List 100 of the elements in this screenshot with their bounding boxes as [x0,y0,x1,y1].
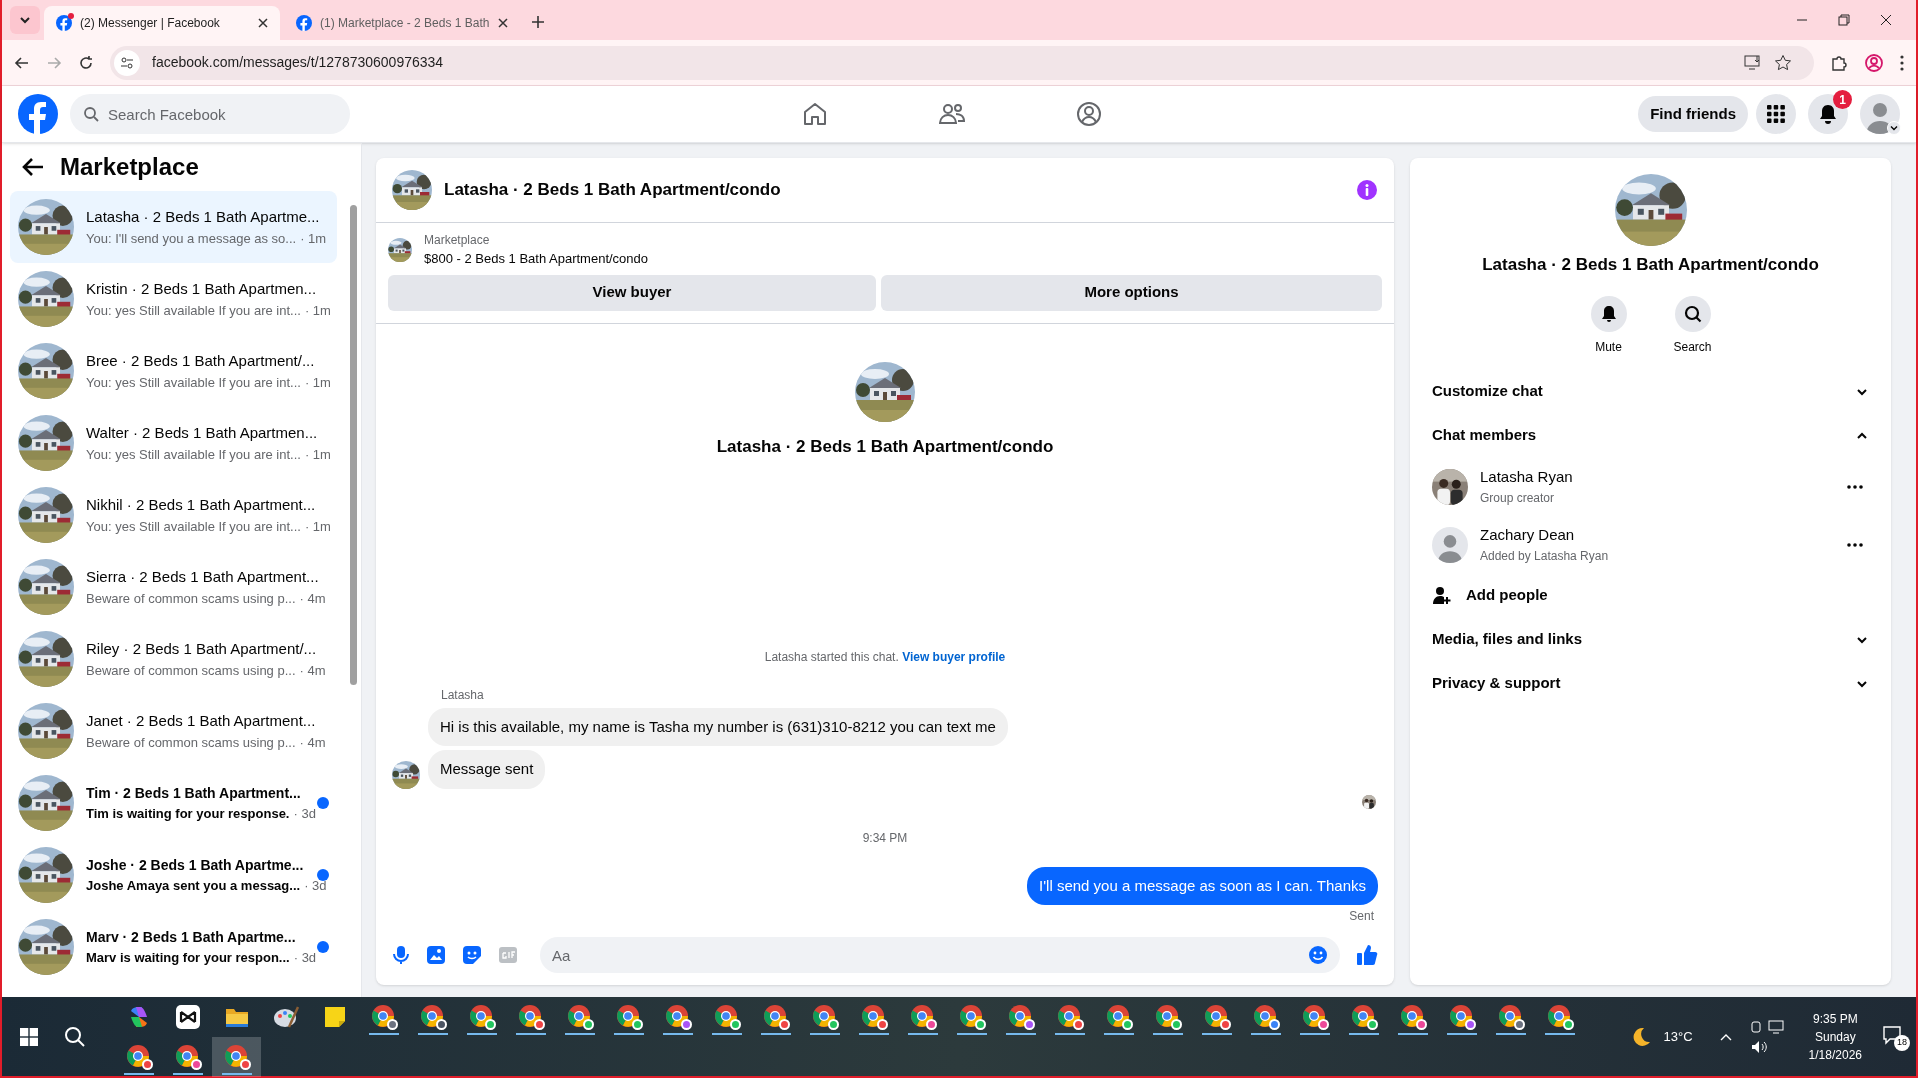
group-icon[interactable] [1076,101,1102,127]
conversation-item[interactable]: Sierra · 2 Beds 1 Bath Apartment... Beware of common scams using p... · 4m [10,551,337,623]
conversation-item[interactable]: Joshe · 2 Beds 1 Bath Apartme... Joshe Amaya sent you a messag... · 3d [10,839,337,911]
notifications-button[interactable] [1808,94,1848,134]
message-time: · 1m [304,445,331,464]
sticky-icon [323,1006,346,1028]
browser-tab[interactable]: (1) Marketplace - 2 Beds 1 Bath [284,6,520,40]
conversation-item[interactable]: Tim · 2 Beds 1 Bath Apartment... Tim is waiting for your response. · 3d [10,767,337,839]
profile-icon[interactable] [1864,52,1884,73]
microphone-icon[interactable] [392,945,410,965]
site-settings-button[interactable] [114,49,140,76]
conversation-item[interactable]: Kristin · 2 Beds 1 Bath Apartmen... You: yes Still available If you are int... · 1m [10,263,337,335]
conversation-item[interactable]: Riley · 2 Beds 1 Bath Apartment/... Beware of common scams using p... · 4m [10,623,337,695]
tab-list-button[interactable] [10,6,40,34]
conversation-item[interactable]: Janet · 2 Beds 1 Bath Apartment... Beware of common scams using p... · 4m [10,695,337,767]
address-bar[interactable]: facebook.com/messages/t/1278730600976334 [110,45,1814,80]
taskbar-app[interactable] [212,1037,261,1077]
browser-icon [762,1004,789,1030]
browser-icon [1399,1004,1426,1030]
running-indicator [809,1033,840,1035]
browser-icon [468,1004,495,1030]
action-label: Search [1673,338,1712,356]
message-preview: You: yes Still available If you are int... [86,373,301,392]
conversation-title: Sierra · 2 Beds 1 Bath Apartment... [86,567,320,587]
message-preview: Beware of common scams using p... [86,733,296,752]
close-icon[interactable] [498,18,508,28]
conversation-item[interactable]: Marv · 2 Beds 1 Bath Apartme... Marv is waiting for your respon... · 3d [10,911,337,983]
find-friends-button[interactable]: Find friends [1638,96,1748,132]
account-menu-button[interactable] [1887,121,1901,135]
section-header[interactable]: Privacy & support [1426,661,1875,706]
mute-button[interactable] [1590,295,1627,332]
browser-icon [370,1004,397,1030]
member-role: Added by Latasha Ryan [1480,547,1610,565]
buyer-profile-link[interactable]: View buyer profile [902,649,1006,664]
conversation-item[interactable]: Nikhil · 2 Beds 1 Bath Apartment... You: yes Still available If you are int... · 1m [10,479,337,551]
weather-temperature[interactable]: 13°C [1663,1026,1693,1047]
conversation-item[interactable]: Bree · 2 Beds 1 Bath Apartment/... You: yes Still available If you are int... · 1m [10,335,337,407]
listing-action-button[interactable]: More options [881,274,1382,311]
facebook-logo[interactable] [18,94,58,134]
star-icon[interactable] [1774,53,1792,72]
back-icon[interactable] [14,54,30,71]
menu-button[interactable] [1756,94,1796,134]
section-header[interactable]: Chat members [1426,413,1875,458]
more-icon[interactable] [1900,54,1904,71]
section-header[interactable]: Media, files and links [1426,617,1875,662]
install-app-icon[interactable] [1744,53,1762,72]
more-icon [1847,542,1863,547]
close-icon[interactable] [1880,14,1892,26]
chat-start-notice: Latasha started this chat. View buyer profile [764,648,1006,666]
scrollbar-thumb[interactable] [349,205,357,685]
close-icon[interactable] [258,18,268,28]
action-label: Mute [1595,338,1622,356]
like-icon[interactable] [1356,944,1378,966]
extensions-icon[interactable] [1830,53,1848,72]
clock[interactable]: 9:35 PM Sunday 1/18/2026 [1808,1009,1862,1064]
browser-icon [1448,1004,1475,1030]
running-indicator [221,1073,252,1075]
info-icon[interactable] [1356,179,1378,201]
search-button[interactable] [1674,295,1711,332]
emoji-icon[interactable] [1308,945,1328,965]
browser-icon [223,1044,250,1070]
grid-icon [1767,105,1785,123]
browser-icon [1350,1004,1377,1030]
sidebar-title: Marketplace [60,152,199,182]
conversation-item[interactable]: Latasha · 2 Beds 1 Bath Apartme... You: I'll send you a message as so... · 1m [10,191,337,263]
browser-icon [909,1004,936,1030]
restore-icon[interactable] [1838,14,1850,26]
search-icon[interactable] [64,1025,86,1048]
message-time: · 3d [293,804,316,823]
people-icon[interactable] [938,101,966,127]
search-field[interactable]: Search Facebook [70,94,350,134]
sticker-icon[interactable] [462,945,482,965]
paint-icon [272,1005,299,1029]
conversation-item[interactable]: Walter · 2 Beds 1 Bath Apartmen... You: yes Still available If you are int... · 1m [10,407,337,479]
reload-icon[interactable] [78,54,94,71]
message-time: · 3d [293,948,317,967]
conversation-title: Bree · 2 Beds 1 Bath Apartment/... [86,351,316,371]
browser-icon [1252,1004,1279,1030]
running-indicator [172,1073,203,1075]
browser-icon [1007,1004,1034,1030]
browser-tab[interactable]: (2) Messenger | Facebook [44,6,280,40]
windows-start-icon[interactable] [20,1027,38,1046]
browser-icon [1497,1004,1524,1030]
caret-icon [19,14,31,26]
browser-icon [1056,1004,1083,1030]
conversation-title: Marv · 2 Beds 1 Bath Apartme... [86,927,297,947]
conversation-title: Tim · 2 Beds 1 Bath Apartment... [86,783,302,803]
back-arrow-icon[interactable] [22,157,44,177]
home-icon[interactable] [802,101,828,127]
message-field[interactable]: Aa [540,937,1340,973]
photo-icon[interactable] [426,945,446,965]
conversation-name: Latasha · 2 Beds 1 Bath Apartment/condo [1482,254,1819,276]
section-header[interactable]: Customize chat [1426,369,1875,414]
running-indicator [368,1033,399,1035]
add-people-button[interactable]: Add people [1426,573,1875,618]
browser-icon [419,1004,446,1030]
system-tray-icon[interactable] [1750,1019,1787,1034]
volume-icon[interactable] [1750,1039,1767,1054]
listing-action-button[interactable]: View buyer [388,274,876,311]
browser-icon [566,1004,593,1030]
